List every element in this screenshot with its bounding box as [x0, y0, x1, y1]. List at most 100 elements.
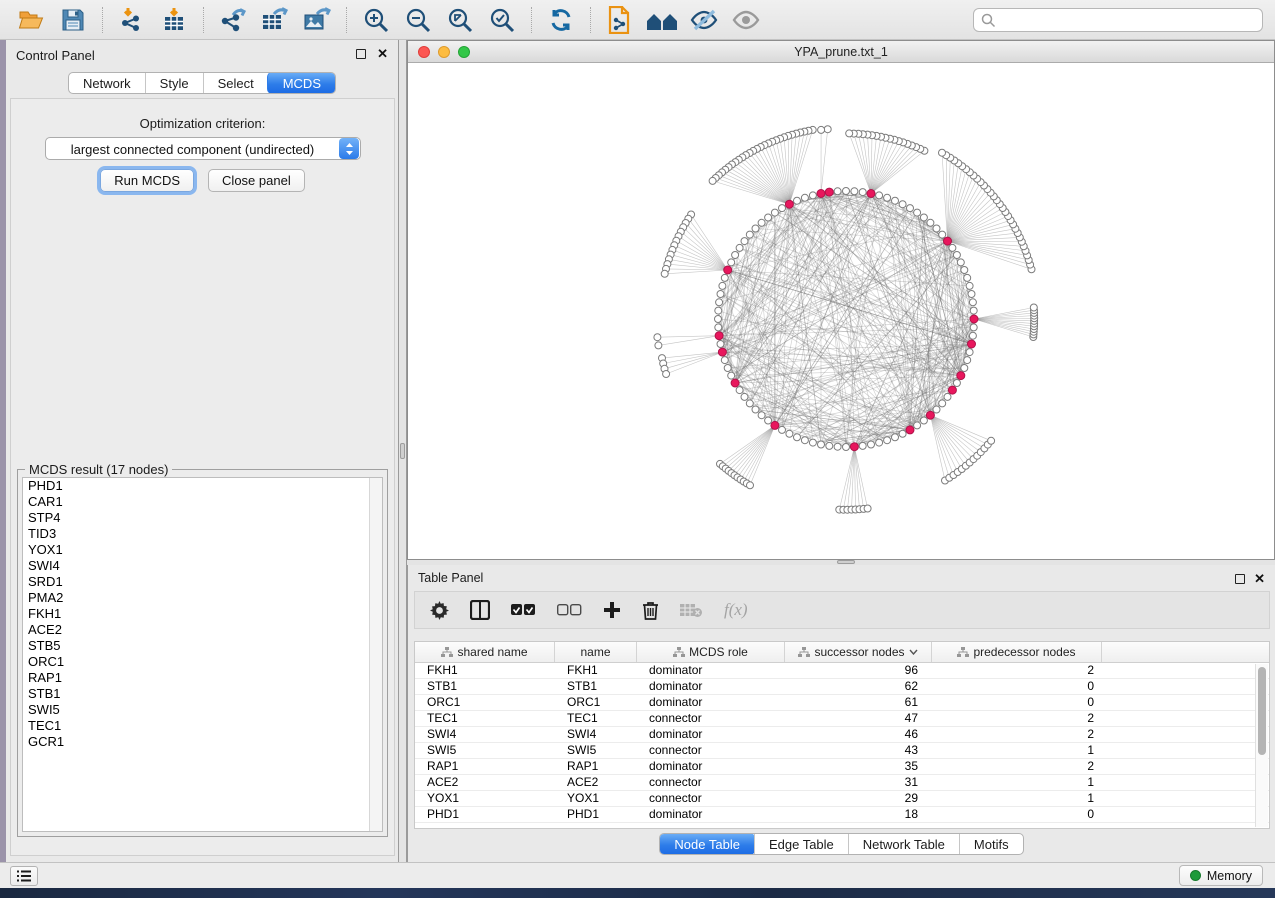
tab-select[interactable]: Select	[203, 73, 268, 93]
table-row[interactable]: PHD1PHD1dominator180	[415, 807, 1269, 823]
memory-button[interactable]: Memory	[1179, 865, 1263, 886]
export-table-icon[interactable]	[258, 5, 292, 35]
mcds-result-item[interactable]: YOX1	[23, 542, 382, 558]
mcds-list-scrollbar[interactable]	[369, 478, 382, 831]
mcds-result-item[interactable]: STB1	[23, 686, 382, 702]
column-header-predecessor-nodes[interactable]: predecessor nodes	[932, 642, 1102, 662]
table-cell: RAP1	[415, 759, 555, 774]
import-network-icon[interactable]	[115, 5, 149, 35]
table-row[interactable]: ORC1ORC1dominator610	[415, 695, 1269, 711]
clone-network-icon[interactable]	[603, 5, 637, 35]
toolbar-separator	[102, 7, 103, 33]
table-cell: 1	[932, 775, 1102, 790]
mcds-result-item[interactable]: SWI5	[23, 702, 382, 718]
delete-column-icon[interactable]	[642, 598, 659, 622]
mcds-result-item[interactable]: ACE2	[23, 622, 382, 638]
network-canvas[interactable]	[408, 63, 1274, 559]
list-icon	[17, 870, 31, 882]
column-header-successor-nodes[interactable]: successor nodes	[785, 642, 932, 662]
vertical-splitter[interactable]	[399, 40, 407, 862]
mcds-result-item[interactable]: PHD1	[23, 478, 382, 494]
open-file-icon[interactable]	[14, 5, 48, 35]
column-header-name[interactable]: name	[555, 642, 637, 662]
close-panel-button[interactable]: Close panel	[208, 169, 305, 192]
column-type-icon	[673, 647, 685, 658]
mcds-result-item[interactable]: GCR1	[23, 734, 382, 750]
mcds-result-item[interactable]: ORC1	[23, 654, 382, 670]
splitter-grip[interactable]	[400, 443, 405, 459]
tab-motifs[interactable]: Motifs	[959, 834, 1023, 854]
optimization-criterion-label: Optimization criterion:	[11, 116, 394, 131]
mcds-result-item[interactable]: STB5	[23, 638, 382, 654]
mcds-result-groupbox: MCDS result (17 nodes) PHD1CAR1STP4TID3Y…	[17, 469, 388, 837]
table-row[interactable]: STB1STB1dominator620	[415, 679, 1269, 695]
hide-selected-icon[interactable]	[687, 5, 721, 35]
show-all-icon[interactable]	[729, 5, 763, 35]
save-session-icon[interactable]	[56, 5, 90, 35]
column-type-icon	[957, 647, 969, 658]
mcds-result-item[interactable]: FKH1	[23, 606, 382, 622]
mcds-result-item[interactable]: SWI4	[23, 558, 382, 574]
mcds-result-list[interactable]: PHD1CAR1STP4TID3YOX1SWI4SRD1PMA2FKH1ACE2…	[22, 477, 383, 832]
mcds-result-item[interactable]: PMA2	[23, 590, 382, 606]
column-header-shared-name[interactable]: shared name	[415, 642, 555, 662]
import-table-icon[interactable]	[157, 5, 191, 35]
tab-network-table[interactable]: Network Table	[848, 834, 959, 854]
split-panel-icon[interactable]	[470, 598, 490, 622]
create-column-icon[interactable]	[603, 598, 621, 622]
mcds-result-item[interactable]: TEC1	[23, 718, 382, 734]
mcds-result-item[interactable]: SRD1	[23, 574, 382, 590]
table-row[interactable]: TEC1TEC1connector472	[415, 711, 1269, 727]
tab-style[interactable]: Style	[145, 73, 203, 93]
table-cell: SWI5	[555, 743, 637, 758]
search-input[interactable]	[996, 10, 1262, 30]
table-row[interactable]: ACE2ACE2connector311	[415, 775, 1269, 791]
criterion-dropdown[interactable]: largest connected component (undirected)	[45, 137, 361, 160]
mcds-result-item[interactable]: CAR1	[23, 494, 382, 510]
splitter-grip[interactable]	[837, 560, 855, 564]
table-settings-icon[interactable]	[430, 598, 449, 622]
tab-network[interactable]: Network	[69, 73, 145, 93]
mcds-result-title: MCDS result (17 nodes)	[25, 462, 172, 477]
search-icon	[981, 13, 996, 28]
table-row[interactable]: YOX1YOX1connector291	[415, 791, 1269, 807]
float-panel-icon[interactable]	[356, 49, 366, 59]
table-cell: 0	[932, 679, 1102, 694]
table-row[interactable]: RAP1RAP1dominator352	[415, 759, 1269, 775]
network-canvas-svg	[408, 63, 1274, 559]
table-row[interactable]: SWI5SWI5connector431	[415, 743, 1269, 759]
mcds-result-item[interactable]: STP4	[23, 510, 382, 526]
search-box[interactable]	[973, 8, 1263, 32]
export-network-icon[interactable]	[216, 5, 250, 35]
tab-mcds[interactable]: MCDS	[267, 72, 336, 94]
first-neighbors-icon[interactable]	[645, 5, 679, 35]
table-panel-title: Table Panel	[418, 571, 483, 585]
run-mcds-button[interactable]: Run MCDS	[100, 169, 194, 192]
zoom-selected-icon[interactable]	[485, 5, 519, 35]
table-scrollbar-thumb[interactable]	[1258, 667, 1266, 755]
table-cell: 2	[932, 759, 1102, 774]
table-row[interactable]: FKH1FKH1dominator962	[415, 663, 1269, 679]
zoom-out-icon[interactable]	[401, 5, 435, 35]
tab-edge-table[interactable]: Edge Table	[754, 834, 848, 854]
show-panels-list-button[interactable]	[10, 866, 38, 886]
table-tabs: Node Table Edge Table Network Table Moti…	[659, 833, 1023, 855]
zoom-fit-icon[interactable]	[443, 5, 477, 35]
column-type-icon	[441, 647, 453, 658]
close-panel-icon[interactable]: ✕	[1254, 571, 1265, 587]
mcds-result-item[interactable]: RAP1	[23, 670, 382, 686]
zoom-in-icon[interactable]	[359, 5, 393, 35]
mcds-result-item[interactable]: TID3	[23, 526, 382, 542]
deselect-all-rows-icon[interactable]	[557, 598, 582, 622]
refresh-view-icon[interactable]	[544, 5, 578, 35]
export-image-icon[interactable]	[300, 5, 334, 35]
close-panel-icon[interactable]: ✕	[377, 46, 388, 62]
node-table-header: shared name name MCDS role successor nod…	[415, 642, 1269, 663]
table-cell: 43	[785, 743, 932, 758]
table-row[interactable]: SWI4SWI4dominator462	[415, 727, 1269, 743]
table-scrollbar[interactable]	[1255, 664, 1268, 827]
select-all-rows-icon[interactable]	[511, 598, 536, 622]
float-panel-icon[interactable]	[1235, 574, 1245, 584]
column-header-mcds-role[interactable]: MCDS role	[637, 642, 785, 662]
tab-node-table[interactable]: Node Table	[659, 833, 755, 855]
